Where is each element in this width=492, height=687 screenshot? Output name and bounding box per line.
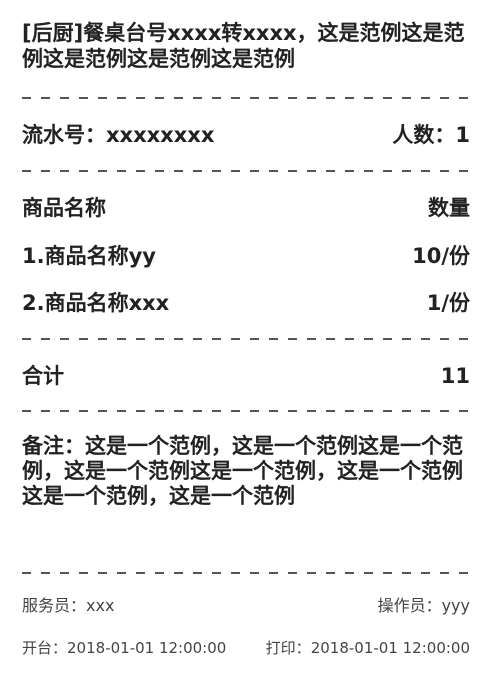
open-time-value: 2018-01-01 12:00:00 (67, 639, 227, 657)
receipt-title: [后厨]餐桌台号xxxx转xxxx，这是范例这是范例这是范例这是范例这是范例 (22, 21, 465, 71)
item-qty: 10/份 (412, 244, 470, 268)
kitchen-receipt: [后厨]餐桌台号xxxx转xxxx，这是范例这是范例这是范例这是范例这是范例 流… (0, 0, 492, 687)
item-qty: 1/份 (426, 291, 470, 315)
time-row: 开台：2018-01-01 12:00:00 打印：2018-01-01 12:… (22, 634, 470, 662)
total-row: 合计 11 (22, 362, 470, 390)
waiter-text: 服务员：xxx (22, 596, 115, 615)
divider (22, 338, 470, 340)
remark-text: 备注：这是一个范例，这是一个范例这是一个范例，这是一个范例这是一个范例，这是一个… (22, 434, 463, 508)
divider (22, 97, 470, 99)
column-header-qty: 数量 (428, 196, 470, 220)
item-name: 2.商品名称xxx (22, 291, 170, 315)
divider (22, 572, 470, 574)
print-time-label: 打印： (265, 639, 311, 657)
people-value: 1 (455, 123, 470, 147)
print-time: 打印：2018-01-01 12:00:00 (266, 634, 470, 662)
total-value: 11 (440, 364, 470, 388)
people-count: 人数：1 (392, 121, 470, 149)
column-header-name: 商品名称 (22, 196, 106, 220)
item-name: 1.商品名称yy (22, 244, 156, 268)
list-item: 1.商品名称yy 10/份 (22, 242, 470, 270)
serial-label: 流水号： (22, 123, 106, 147)
open-time-label: 开台： (22, 639, 68, 657)
serial-value: xxxxxxxx (106, 123, 215, 147)
open-time: 开台：2018-01-01 12:00:00 (22, 634, 226, 662)
list-item: 2.商品名称xxx 1/份 (22, 289, 470, 317)
total-label: 合计 (22, 364, 64, 388)
items-header-row: 商品名称 数量 (22, 194, 470, 222)
order-info-row: 流水号：xxxxxxxx 人数：1 (22, 121, 470, 149)
print-time-value: 2018-01-01 12:00:00 (310, 639, 470, 657)
divider (22, 410, 470, 412)
operator-text: 操作员：yyy (377, 596, 470, 615)
staff-row: 服务员：xxx 操作员：yyy (22, 592, 470, 620)
divider (22, 170, 470, 172)
serial-number: 流水号：xxxxxxxx (22, 121, 214, 149)
people-label: 人数： (392, 123, 456, 147)
